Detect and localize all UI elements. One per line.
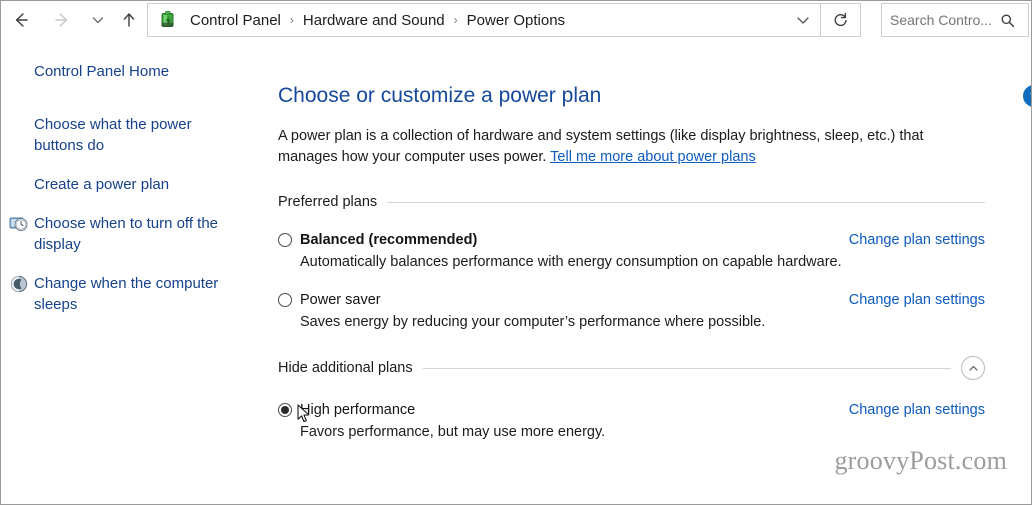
help-button[interactable]: ? bbox=[1023, 85, 1031, 107]
plan-description: Favors performance, but may use more ene… bbox=[300, 424, 606, 440]
address-dropdown-button[interactable] bbox=[786, 13, 820, 27]
breadcrumb: Control Panel › Hardware and Sound › Pow… bbox=[186, 10, 786, 31]
sidebar-item-label: Create a power plan bbox=[34, 176, 170, 193]
breadcrumb-separator: › bbox=[453, 13, 458, 27]
refresh-icon bbox=[834, 12, 847, 26]
plan-name: Power saver bbox=[300, 292, 381, 308]
sidebar-item-turn-off-display[interactable]: Choose when to turn off the display bbox=[1, 213, 266, 255]
breadcrumb-item-2[interactable]: Power Options bbox=[463, 10, 569, 31]
address-bar[interactable]: Control Panel › Hardware and Sound › Pow… bbox=[147, 3, 821, 37]
section-header-additional-plans: Hide additional plans bbox=[278, 356, 985, 380]
arrow-right-icon bbox=[55, 13, 68, 27]
search-icon[interactable] bbox=[1000, 13, 1021, 28]
plan-name: High performance bbox=[300, 402, 416, 418]
forward-button bbox=[41, 1, 83, 39]
breadcrumb-item-0[interactable]: Control Panel bbox=[186, 10, 285, 31]
radio-balanced[interactable] bbox=[278, 233, 292, 247]
plan-description: Automatically balances performance with … bbox=[300, 254, 842, 270]
section-label: Preferred plans bbox=[278, 194, 378, 210]
sidebar: Control Panel Home Choose what the power… bbox=[1, 39, 266, 333]
search-box[interactable] bbox=[881, 3, 1029, 37]
change-plan-settings-link-high-performance[interactable]: Change plan settings bbox=[849, 402, 985, 418]
refresh-button[interactable] bbox=[821, 3, 861, 37]
page-title: Choose or customize a power plan bbox=[278, 84, 602, 107]
sleep-moon-icon bbox=[9, 274, 29, 294]
arrow-up-icon bbox=[123, 13, 135, 27]
radio-high-performance[interactable] bbox=[278, 403, 292, 417]
up-button[interactable] bbox=[113, 1, 145, 39]
plan-row-high-performance[interactable]: High performance Favors performance, but… bbox=[278, 402, 985, 440]
power-battery-icon bbox=[157, 10, 179, 30]
radio-power-saver[interactable] bbox=[278, 293, 292, 307]
breadcrumb-separator: › bbox=[289, 13, 294, 27]
plan-description: Saves energy by reducing your computer’s… bbox=[300, 314, 766, 330]
display-clock-icon bbox=[9, 214, 29, 234]
breadcrumb-item-1[interactable]: Hardware and Sound bbox=[299, 10, 449, 31]
main-pane: ? Choose or customize a power plan A pow… bbox=[266, 39, 1031, 440]
control-panel-window: Control Panel › Hardware and Sound › Pow… bbox=[0, 0, 1032, 505]
chevron-down-icon bbox=[797, 17, 809, 24]
intro-text: A power plan is a collection of hardware… bbox=[278, 126, 958, 168]
chevron-down-icon bbox=[92, 17, 104, 24]
sidebar-item-control-panel-home[interactable]: Control Panel Home bbox=[1, 61, 266, 82]
sidebar-item-choose-power-buttons[interactable]: Choose what the power buttons do bbox=[1, 114, 266, 156]
sidebar-item-create-power-plan[interactable]: Create a power plan bbox=[1, 174, 266, 195]
content-area: Control Panel Home Choose what the power… bbox=[1, 39, 1031, 440]
section-divider bbox=[422, 367, 951, 369]
navigation-bar: Control Panel › Hardware and Sound › Pow… bbox=[1, 1, 1031, 39]
sidebar-item-label: Choose when to turn off the display bbox=[34, 215, 219, 253]
sidebar-item-label: Change when the computer sleeps bbox=[34, 275, 219, 313]
search-input[interactable] bbox=[882, 12, 1000, 28]
sidebar-item-label: Choose what the power buttons do bbox=[34, 116, 192, 154]
chevron-up-icon bbox=[968, 365, 978, 371]
back-button[interactable] bbox=[1, 1, 41, 39]
section-divider bbox=[387, 201, 985, 203]
sidebar-item-computer-sleeps[interactable]: Change when the computer sleeps bbox=[1, 273, 266, 315]
plan-name: Balanced (recommended) bbox=[300, 232, 478, 248]
section-header-preferred-plans: Preferred plans bbox=[278, 194, 985, 210]
plan-row-power-saver[interactable]: Power saver Saves energy by reducing you… bbox=[278, 292, 985, 330]
watermark: groovyPost.com bbox=[834, 446, 1007, 475]
arrow-left-icon bbox=[15, 13, 28, 27]
change-plan-settings-link-balanced[interactable]: Change plan settings bbox=[849, 232, 985, 248]
change-plan-settings-link-power-saver[interactable]: Change plan settings bbox=[849, 292, 985, 308]
tell-me-more-link[interactable]: Tell me more about power plans bbox=[550, 149, 756, 165]
section-label: Hide additional plans bbox=[278, 360, 413, 376]
plan-row-balanced[interactable]: Balanced (recommended) Automatically bal… bbox=[278, 232, 985, 270]
sidebar-item-label: Control Panel Home bbox=[34, 63, 170, 80]
collapse-additional-plans-button[interactable] bbox=[961, 356, 985, 380]
recent-locations-button[interactable] bbox=[83, 1, 113, 39]
